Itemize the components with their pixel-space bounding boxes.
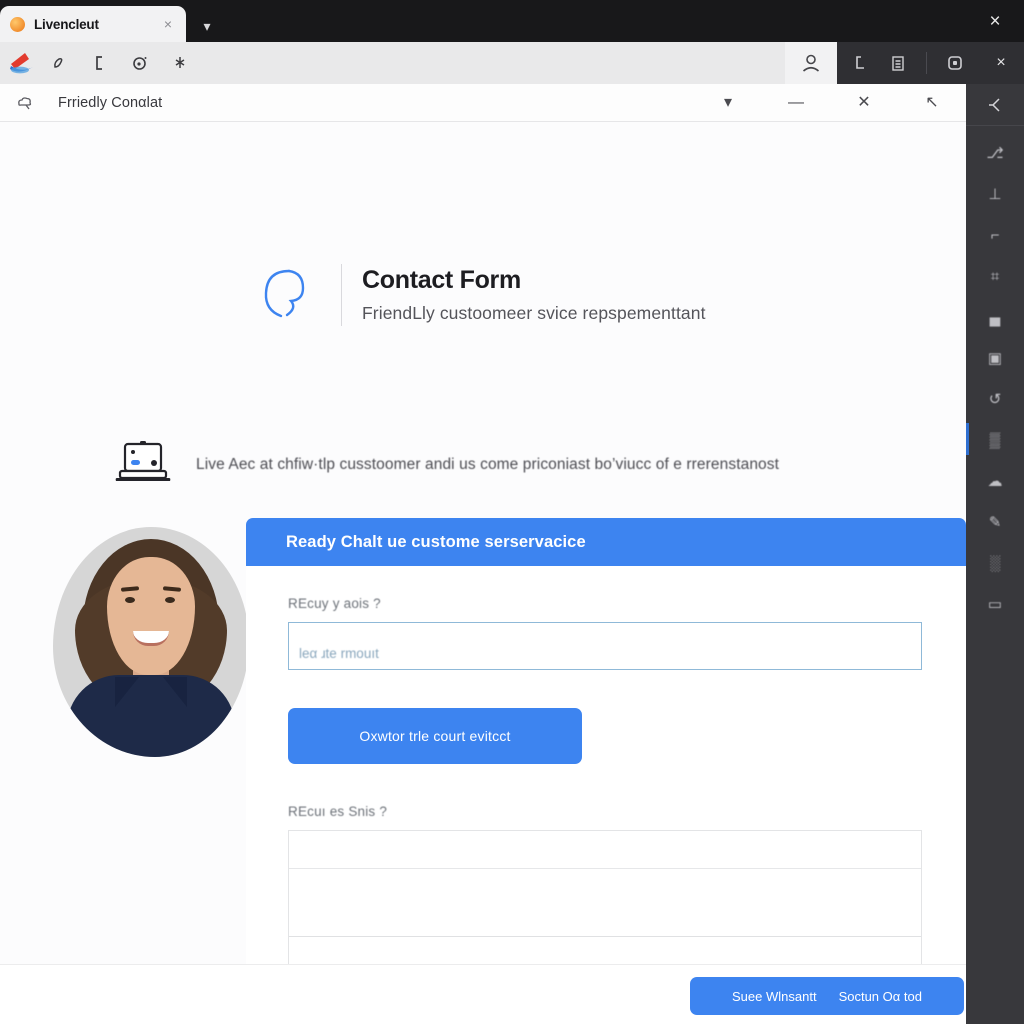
hero-divider [341, 264, 342, 326]
page-subtitle: FriendLly custoomeer svice repspementtan… [362, 303, 706, 323]
browser-logo-icon [8, 50, 36, 76]
hero-text: Contact Form FriendLly custoomeer svice … [362, 266, 706, 324]
new-tab-button[interactable] [196, 19, 218, 32]
browser-toolbar: × [0, 42, 1024, 84]
target-icon[interactable] [130, 53, 150, 73]
close-button[interactable]: ✕ [830, 84, 898, 122]
laptop-icon [112, 438, 174, 492]
hero-section: Contact Form FriendLly custoomeer svice … [255, 262, 706, 328]
form-body: REcuy y aois ? leα ɹte rmouıt Oxwtor trl… [246, 566, 966, 1024]
application-window: Frriedly Conαlat ▾ — ✕ ↖ Contact Form Fr… [0, 84, 966, 1024]
footer-button-label-1: Suee Wlnsantt [732, 988, 817, 1004]
app-window-controls: ▾ — ✕ ↖ [694, 84, 966, 122]
refresh-icon[interactable]: ↺ [980, 386, 1010, 412]
card-icon[interactable]: ▭ [980, 591, 1010, 617]
collapse-button[interactable]: ↖ [898, 84, 966, 122]
right-sidebar-rail: ⎇ ⊥ ⌐ ⌗ ▄ ▣ ↺ ▒ ☁ ✎ ░ ▭ [966, 84, 1024, 1024]
description-text: Live Aec at chfiw·tlp cusstoomer andi us… [196, 456, 780, 473]
pencil-icon[interactable] [50, 53, 70, 73]
footer-action-button[interactable]: Suee Wlnsantt Soctun Oα tod [690, 977, 964, 1015]
rail-icon-list: ⎇ ⊥ ⌐ ⌗ ▄ ▣ ↺ ▒ ☁ ✎ ░ ▭ [966, 126, 1024, 617]
browser-toolbar-icons [50, 42, 190, 84]
browser-extension-zone [837, 42, 978, 84]
bookmark-icon[interactable] [850, 53, 870, 73]
profile-icon[interactable] [785, 42, 837, 84]
anchor-icon[interactable]: ⊥ [980, 181, 1010, 207]
cloud-search-icon [14, 92, 36, 114]
toolbar-divider [926, 52, 927, 74]
tab-favicon-icon [10, 16, 25, 32]
browser-tab[interactable]: Livencleut × [0, 6, 186, 42]
minimize-button[interactable]: — [762, 84, 830, 122]
contact-form-card: Ready Chalt ue custome serservacice REcu… [246, 518, 966, 1024]
field-1-label: REcuy y aois ? [288, 596, 381, 611]
footer-button-label-2: Soctun Oα tod [838, 988, 922, 1004]
page-content: Contact Form FriendLly custoomeer svice … [0, 122, 966, 1024]
field-1-placeholder: leα ɹte rmouıt [299, 646, 379, 661]
sparkle-icon[interactable] [170, 53, 190, 73]
grid-icon[interactable]: ▒ [966, 423, 1010, 455]
field-1-input[interactable]: leα ɹte rmouıt [288, 622, 922, 670]
browser-toolbar-right: × [785, 42, 1024, 84]
form-header-title: Ready Chalt ue custome serservacice [286, 532, 586, 551]
pin-icon[interactable]: ⌗ [980, 263, 1010, 289]
tag-icon[interactable]: ⌐ [980, 222, 1010, 248]
usb-icon[interactable]: ▄ [980, 304, 1010, 330]
browser-close-button[interactable]: × [978, 42, 1024, 84]
chat-bubble-outline-icon [255, 262, 321, 328]
camera-icon[interactable]: ▣ [980, 345, 1010, 371]
description-row: Live Aec at chfiw·tlp cusstoomer andi us… [112, 438, 779, 492]
form-header-bar: Ready Chalt ue custome serservacice [246, 518, 966, 566]
key-icon[interactable]: ⎇ [980, 140, 1010, 166]
avatar [53, 527, 249, 757]
qr-icon[interactable]: ░ [980, 550, 1010, 576]
bracket-icon[interactable] [90, 53, 110, 73]
page-footer: Suee Wlnsantt Soctun Oα tod [0, 964, 966, 1024]
submit-button[interactable]: Oxwtor trle court evitcct [288, 708, 582, 764]
dropdown-button[interactable]: ▾ [694, 84, 762, 122]
branch-icon[interactable] [966, 84, 1024, 126]
field-2-label: REcuı es Snis ? [288, 804, 388, 819]
cloud-icon[interactable]: ☁ [980, 468, 1010, 494]
app-titlebar: Frriedly Conαlat ▾ — ✕ ↖ [0, 84, 966, 122]
pen-icon[interactable]: ✎ [980, 509, 1010, 535]
browser-tab-strip: Livencleut × [0, 0, 1024, 42]
screen-root: × Livencleut × ▾ × Frriedly Conαlat ▾ — … [0, 0, 1024, 1024]
tab-close-icon[interactable]: × [160, 17, 176, 31]
tab-title: Livencleut [34, 16, 99, 32]
list-icon[interactable] [888, 53, 908, 73]
panel-icon[interactable] [945, 53, 965, 73]
app-title: Frriedly Conαlat [58, 94, 163, 111]
page-title: Contact Form [362, 266, 521, 294]
